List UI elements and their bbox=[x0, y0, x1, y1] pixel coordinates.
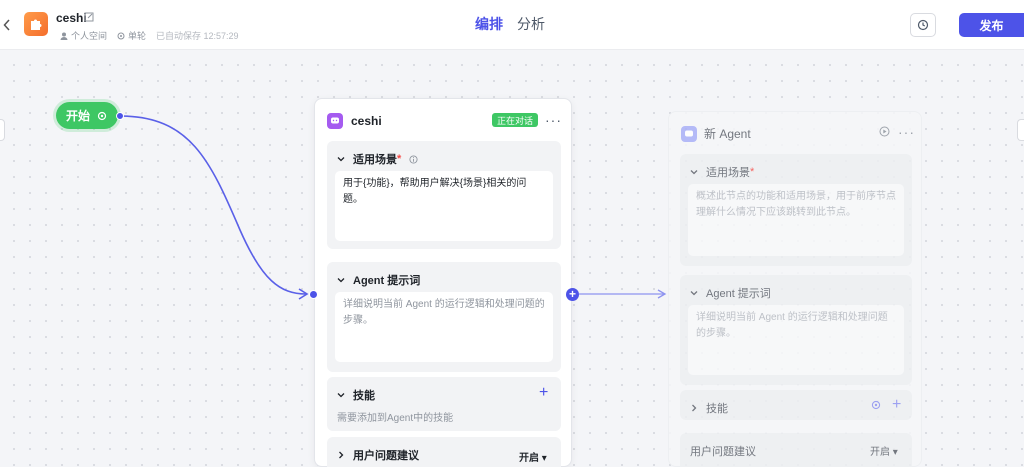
start-output-port[interactable] bbox=[116, 112, 124, 120]
agent-node-header: ceshi bbox=[327, 113, 382, 129]
new-agent-title: 新 Agent bbox=[704, 127, 751, 141]
chevron-down-icon bbox=[337, 278, 345, 283]
play-icon[interactable] bbox=[879, 126, 890, 137]
start-node[interactable]: 开始 bbox=[56, 102, 118, 129]
new-agent-prompt-section: Agent 提示词 详细说明当前 Agent 的运行逻辑和处理问题的步骤。 bbox=[680, 275, 912, 385]
required-mark: * bbox=[750, 166, 755, 178]
suggestions-label: 用户问题建议 bbox=[353, 450, 419, 462]
view-tabs: 编排 分析 bbox=[475, 14, 545, 34]
suggestions-header[interactable]: 用户问题建议 bbox=[337, 447, 419, 463]
new-agent-more-button[interactable]: ··· bbox=[898, 125, 915, 139]
gear-icon bbox=[97, 111, 107, 120]
new-agent-prompt-header[interactable]: Agent 提示词 bbox=[690, 285, 771, 301]
chevron-down-icon bbox=[337, 157, 345, 162]
agent-node-title: ceshi bbox=[351, 114, 382, 128]
new-agent-skills-section: 技能 + bbox=[680, 390, 912, 420]
prompt-header[interactable]: Agent 提示词 bbox=[337, 272, 420, 288]
prompt-label: Agent 提示词 bbox=[353, 275, 421, 287]
new-agent-prompt-input[interactable]: 详细说明当前 Agent 的运行逻辑和处理问题的步骤。 bbox=[688, 305, 904, 375]
suggestions-section: 用户问题建议 开启 ▾ bbox=[327, 437, 561, 467]
new-agent-scenario-section: 适用场景 * 概述此节点的功能和适用场景，用于前序节点理解什么情况下应该跳转到此节… bbox=[680, 154, 912, 266]
tab-analysis[interactable]: 分析 bbox=[517, 14, 545, 34]
new-agent-header: 新 Agent bbox=[681, 125, 751, 142]
scenario-label: 适用场景 bbox=[353, 154, 397, 166]
new-agent-suggestions-section: 用户问题建议 开启 ▾ bbox=[680, 433, 912, 467]
scenario-header[interactable]: 适用场景 * bbox=[337, 151, 418, 167]
prompt-input[interactable]: 详细说明当前 Agent 的运行逻辑和处理问题的步骤。 bbox=[335, 292, 553, 362]
chevron-left-icon bbox=[3, 19, 10, 31]
puzzle-icon bbox=[31, 19, 42, 30]
space-label: 个人空间 bbox=[60, 29, 107, 42]
new-agent-prompt-label: Agent 提示词 bbox=[706, 288, 771, 300]
suggestions-toggle[interactable]: 开启 ▾ bbox=[519, 449, 547, 464]
new-agent-suggestions-header[interactable]: 用户问题建议 bbox=[690, 443, 756, 459]
history-icon bbox=[917, 19, 929, 31]
right-panel-toggle[interactable] bbox=[1017, 119, 1024, 141]
app-title: ceshi bbox=[56, 11, 87, 25]
left-panel-toggle[interactable] bbox=[0, 119, 5, 141]
scenario-input[interactable]: 用于{功能}，帮助用户解决{场景}相关的问题。 bbox=[335, 171, 553, 241]
more-button[interactable]: ··· bbox=[545, 113, 562, 127]
chevron-right-icon bbox=[692, 404, 697, 412]
new-agent-icon bbox=[681, 125, 697, 142]
agent-input-port[interactable] bbox=[309, 290, 318, 299]
chevron-down-icon bbox=[337, 393, 345, 398]
skills-header[interactable]: 技能 bbox=[337, 387, 375, 403]
new-agent-suggestions-label: 用户问题建议 bbox=[690, 446, 756, 458]
new-agent-skills-label: 技能 bbox=[706, 403, 728, 415]
add-node-port[interactable]: + bbox=[566, 288, 579, 301]
agent-node-icon bbox=[327, 113, 343, 129]
chevron-right-icon bbox=[339, 451, 344, 459]
status-badge: 正在对话 bbox=[492, 113, 538, 127]
edit-icon[interactable] bbox=[84, 12, 94, 22]
top-header: ceshi 个人空间 单轮 已自动保存 12:57:29 编排 分析 发布 bbox=[0, 0, 1024, 50]
settings-icon[interactable] bbox=[871, 400, 881, 410]
skills-label: 技能 bbox=[353, 390, 375, 402]
new-agent-scenario-header[interactable]: 适用场景 * bbox=[690, 164, 754, 180]
publish-button[interactable]: 发布 bbox=[959, 13, 1024, 37]
mode-label: 单轮 bbox=[117, 29, 146, 42]
skills-section: 技能 + 需要添加到Agent中的技能 bbox=[327, 377, 561, 431]
new-agent-add-skill-button[interactable]: + bbox=[892, 397, 901, 413]
new-agent-suggestions-toggle[interactable]: 开启 ▾ bbox=[870, 443, 898, 458]
new-agent-skills-header[interactable]: 技能 bbox=[690, 400, 728, 416]
info-icon[interactable] bbox=[409, 154, 418, 164]
chat-bubble-icon bbox=[331, 117, 339, 124]
chevron-down-icon bbox=[690, 291, 698, 296]
new-agent-node[interactable]: 新 Agent ··· 适用场景 * 概述此节点的功能和适用场景，用于前序节点理解… bbox=[668, 111, 922, 467]
autosave-status: 已自动保存 12:57:29 bbox=[156, 31, 239, 41]
back-button[interactable] bbox=[0, 14, 14, 36]
agent-node[interactable]: ceshi 正在对话 ··· 适用场景 * 用于{功能}，帮助用户解决{场景}相关… bbox=[314, 98, 572, 467]
add-skill-button[interactable]: + bbox=[539, 385, 548, 401]
tab-arrange[interactable]: 编排 bbox=[475, 14, 503, 34]
required-mark: * bbox=[397, 153, 402, 165]
history-button[interactable] bbox=[910, 13, 936, 37]
chat-bubble-icon bbox=[685, 130, 693, 136]
chevron-down-icon bbox=[690, 170, 698, 175]
skills-hint: 需要添加到Agent中的技能 bbox=[337, 413, 454, 424]
new-agent-scenario-input[interactable]: 概述此节点的功能和适用场景，用于前序节点理解什么情况下应该跳转到此节点。 bbox=[688, 184, 904, 256]
new-agent-scenario-label: 适用场景 bbox=[706, 167, 750, 179]
app-avatar bbox=[24, 12, 48, 36]
user-icon bbox=[60, 32, 68, 40]
start-node-label: 开始 bbox=[66, 109, 91, 123]
loop-icon bbox=[117, 32, 125, 39]
prompt-section: Agent 提示词 详细说明当前 Agent 的运行逻辑和处理问题的步骤。 bbox=[327, 262, 561, 372]
scenario-section: 适用场景 * 用于{功能}，帮助用户解决{场景}相关的问题。 bbox=[327, 141, 561, 249]
app-meta: 个人空间 单轮 已自动保存 12:57:29 bbox=[60, 29, 239, 42]
